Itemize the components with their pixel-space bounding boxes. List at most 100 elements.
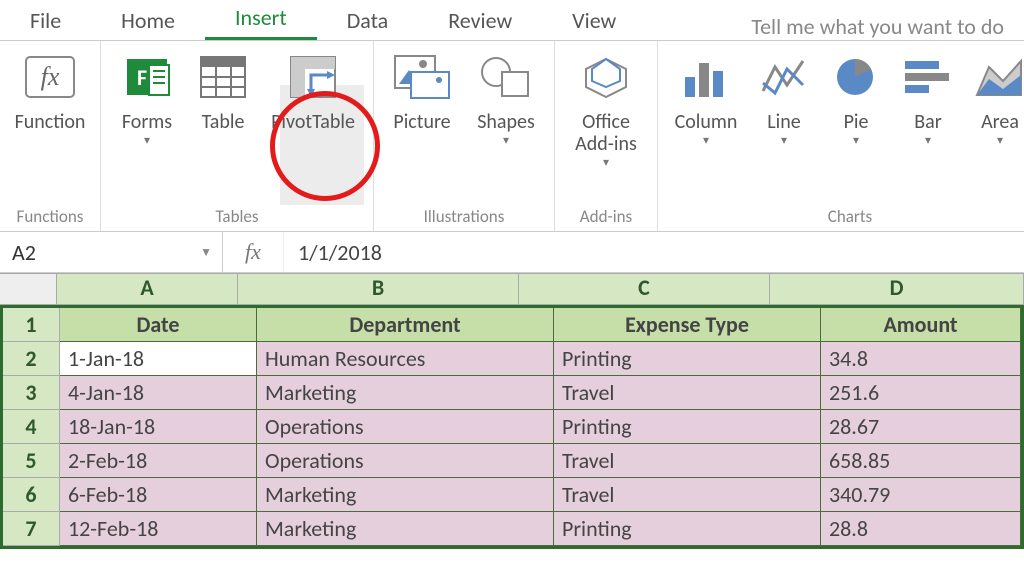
cell-D2[interactable]: 34.8 (821, 342, 1021, 376)
cell-A3[interactable]: 4-Jan-18 (60, 376, 257, 410)
formula-bar: A2 ▼ fx 1/1/2018 (0, 232, 1024, 273)
table-row: 5 2-Feb-18 Operations Travel 658.85 (3, 444, 1021, 478)
pie-chart-button[interactable]: Pie ▾ (820, 45, 892, 148)
col-header-A[interactable]: A (57, 274, 238, 304)
cell-B5[interactable]: Operations (257, 444, 554, 478)
cell-B3[interactable]: Marketing (257, 376, 554, 410)
row-header-6[interactable]: 6 (3, 478, 60, 512)
addins-icon (576, 49, 636, 105)
row-header-1[interactable]: 1 (3, 308, 60, 342)
pivottable-label: PivotTable (271, 111, 355, 133)
cell-B6[interactable]: Marketing (257, 478, 554, 512)
picture-label: Picture (393, 111, 450, 133)
tell-me-search[interactable]: Tell me what you want to do (751, 13, 1024, 40)
header-amount[interactable]: Amount (821, 308, 1021, 342)
chevron-down-icon: ▾ (781, 133, 787, 148)
selected-table-range: 1 Date Department Expense Type Amount 2 … (0, 305, 1024, 549)
addins-label2: Add-ins (575, 133, 637, 155)
pie-chart-icon (826, 49, 886, 105)
pie-label: Pie (844, 111, 869, 133)
group-label-illustrations: Illustrations (374, 206, 554, 227)
cell-A5[interactable]: 2-Feb-18 (60, 444, 257, 478)
tab-view[interactable]: View (542, 1, 646, 40)
chevron-down-icon: ▼ (200, 245, 212, 260)
tab-data[interactable]: Data (317, 1, 419, 40)
row-header-5[interactable]: 5 (3, 444, 60, 478)
cell-C7[interactable]: Printing (554, 512, 821, 546)
column-chart-icon (676, 49, 736, 105)
cell-A2[interactable]: 1-Jan-18 (60, 342, 257, 376)
cell-B7[interactable]: Marketing (257, 512, 554, 546)
cell-D3[interactable]: 251.6 (821, 376, 1021, 410)
select-all-corner[interactable] (0, 274, 57, 304)
fx-icon[interactable]: fx (223, 232, 284, 272)
header-department[interactable]: Department (257, 308, 554, 342)
svg-text:fx: fx (41, 62, 60, 91)
cell-C6[interactable]: Travel (554, 478, 821, 512)
picture-button[interactable]: Picture (380, 45, 464, 133)
header-expense-type[interactable]: Expense Type (554, 308, 821, 342)
area-chart-button[interactable]: Area ▾ (964, 45, 1024, 148)
cell-D5[interactable]: 658.85 (821, 444, 1021, 478)
header-date[interactable]: Date (60, 308, 257, 342)
function-icon: fx (20, 49, 80, 105)
cell-B2[interactable]: Human Resources (257, 342, 554, 376)
chevron-down-icon: ▾ (853, 133, 859, 148)
cell-D6[interactable]: 340.79 (821, 478, 1021, 512)
group-label-functions: Functions (0, 206, 100, 227)
column-chart-button[interactable]: Column ▾ (664, 45, 748, 148)
formula-input[interactable]: 1/1/2018 (284, 232, 1024, 272)
group-functions: fx Function Functions (0, 41, 101, 231)
spreadsheet-grid[interactable]: A B C D 1 Date Department Expense Type A… (0, 273, 1024, 549)
name-box-value: A2 (12, 239, 36, 266)
cell-A4[interactable]: 18-Jan-18 (60, 410, 257, 444)
bar-label: Bar (914, 111, 941, 133)
cell-C3[interactable]: Travel (554, 376, 821, 410)
cell-A7[interactable]: 12-Feb-18 (60, 512, 257, 546)
tab-insert[interactable]: Insert (205, 0, 317, 40)
forms-button[interactable]: F Forms ▾ (107, 45, 187, 148)
col-header-C[interactable]: C (519, 274, 770, 304)
cell-B4[interactable]: Operations (257, 410, 554, 444)
cell-D7[interactable]: 28.8 (821, 512, 1021, 546)
column-label: Column (675, 111, 738, 133)
col-header-D[interactable]: D (770, 274, 1024, 304)
pivottable-button[interactable]: PivotTable (259, 45, 367, 133)
tab-review[interactable]: Review (418, 1, 542, 40)
row-header-2[interactable]: 2 (3, 342, 60, 376)
forms-label: Forms (122, 111, 172, 133)
name-box[interactable]: A2 ▼ (0, 232, 223, 272)
svg-text:F: F (137, 64, 147, 91)
chevron-down-icon: ▾ (603, 155, 609, 170)
group-label-charts: Charts (658, 206, 1024, 227)
bar-chart-button[interactable]: Bar ▾ (892, 45, 964, 148)
group-label-addins: Add-ins (555, 206, 657, 227)
row-header-7[interactable]: 7 (3, 512, 60, 546)
tab-home[interactable]: Home (91, 1, 205, 40)
picture-icon (392, 49, 452, 105)
cell-C4[interactable]: Printing (554, 410, 821, 444)
cell-D4[interactable]: 28.67 (821, 410, 1021, 444)
col-header-B[interactable]: B (238, 274, 519, 304)
tab-file[interactable]: File (0, 1, 91, 40)
column-headers: A B C D (0, 274, 1024, 305)
row-header-3[interactable]: 3 (3, 376, 60, 410)
shapes-button[interactable]: Shapes ▾ (464, 45, 548, 148)
office-addins-button[interactable]: Office Add-ins ▾ (561, 45, 651, 170)
group-charts: Column ▾ Line ▾ Pie ▾ B (658, 41, 1024, 231)
chevron-down-icon: ▾ (703, 133, 709, 148)
table-button[interactable]: Table (187, 45, 259, 133)
function-button[interactable]: fx Function (6, 45, 94, 133)
pivottable-icon (283, 49, 343, 105)
group-tables: F Forms ▾ Table PivotTable Tables (101, 41, 374, 231)
chevron-down-icon: ▾ (144, 133, 150, 148)
row-header-4[interactable]: 4 (3, 410, 60, 444)
cell-C2[interactable]: Printing (554, 342, 821, 376)
table-row: 3 4-Jan-18 Marketing Travel 251.6 (3, 376, 1021, 410)
line-chart-icon (754, 49, 814, 105)
chevron-down-icon: ▾ (925, 133, 931, 148)
cell-A6[interactable]: 6-Feb-18 (60, 478, 257, 512)
line-chart-button[interactable]: Line ▾ (748, 45, 820, 148)
cell-C5[interactable]: Travel (554, 444, 821, 478)
table-icon (193, 49, 253, 105)
